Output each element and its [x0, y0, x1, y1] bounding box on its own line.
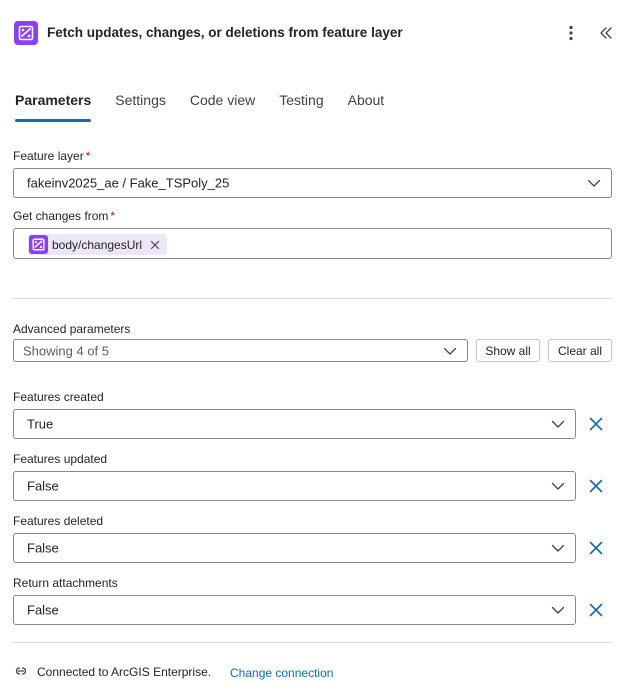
chevron-down-icon [587, 179, 601, 187]
remove-features-deleted-icon[interactable] [586, 538, 606, 558]
required-marker: * [110, 209, 116, 223]
remove-features-created-icon[interactable] [586, 414, 606, 434]
tab-parameters[interactable]: Parameters [15, 90, 92, 122]
features-deleted-value: False [27, 540, 59, 556]
feature-layer-dropdown[interactable]: fakeinv2025_ae / Fake_TSPoly_25 [13, 168, 612, 198]
arcgis-logo-icon [14, 21, 38, 45]
change-connection-link[interactable]: Change connection [230, 666, 333, 680]
collapse-panel-icon[interactable] [596, 22, 616, 44]
connection-icon [15, 667, 27, 675]
features-deleted-label: Features deleted [13, 514, 104, 528]
show-all-button[interactable]: Show all [476, 339, 540, 362]
tab-about[interactable]: About [348, 90, 385, 122]
required-marker: * [85, 149, 91, 163]
get-changes-from-label: Get changes from * [13, 209, 115, 223]
features-deleted-dropdown[interactable]: False [13, 533, 576, 563]
remove-features-updated-icon[interactable] [586, 476, 606, 496]
tab-code-view[interactable]: Code view [190, 90, 255, 122]
tab-testing[interactable]: Testing [279, 90, 323, 122]
remove-token-icon[interactable] [149, 239, 161, 251]
chevron-down-icon [443, 347, 457, 355]
chevron-down-icon [551, 482, 565, 490]
advanced-parameters-value: Showing 4 of 5 [23, 343, 110, 358]
return-attachments-label: Return attachments [13, 576, 118, 590]
clear-all-button[interactable]: Clear all [548, 339, 612, 362]
features-updated-label: Features updated [13, 452, 108, 466]
feature-layer-label-text: Feature layer [13, 149, 84, 163]
footer-divider [13, 642, 612, 643]
more-options-icon[interactable] [561, 22, 581, 44]
get-changes-from-input[interactable]: body/changesUrl [13, 228, 612, 259]
dynamic-content-token[interactable]: body/changesUrl [28, 234, 168, 255]
remove-return-attachments-icon[interactable] [586, 600, 606, 620]
feature-layer-value: fakeinv2025_ae / Fake_TSPoly_25 [27, 175, 230, 191]
return-attachments-dropdown[interactable]: False [13, 595, 576, 625]
chevron-down-icon [551, 544, 565, 552]
tab-settings[interactable]: Settings [115, 90, 166, 122]
tab-bar: Parameters Settings Code view Testing Ab… [15, 90, 408, 122]
features-updated-value: False [27, 478, 59, 494]
chevron-down-icon [551, 606, 565, 614]
features-created-dropdown[interactable]: True [13, 409, 576, 439]
panel-title: Fetch updates, changes, or deletions fro… [47, 25, 403, 40]
get-changes-from-label-text: Get changes from [13, 209, 109, 223]
advanced-parameters-label: Advanced parameters [13, 322, 131, 336]
token-label: body/changesUrl [52, 237, 143, 252]
return-attachments-value: False [27, 602, 59, 618]
arcgis-logo-icon [29, 235, 48, 254]
section-divider [13, 298, 612, 299]
chevron-down-icon [551, 420, 565, 428]
features-created-value: True [27, 416, 54, 432]
feature-layer-label: Feature layer * [13, 149, 90, 163]
panel-header: Fetch updates, changes, or deletions fro… [0, 0, 624, 66]
features-created-label: Features created [13, 390, 104, 404]
advanced-parameters-dropdown[interactable]: Showing 4 of 5 [13, 339, 468, 362]
connection-status: Connected to ArcGIS Enterprise. [37, 665, 212, 679]
features-updated-dropdown[interactable]: False [13, 471, 576, 501]
